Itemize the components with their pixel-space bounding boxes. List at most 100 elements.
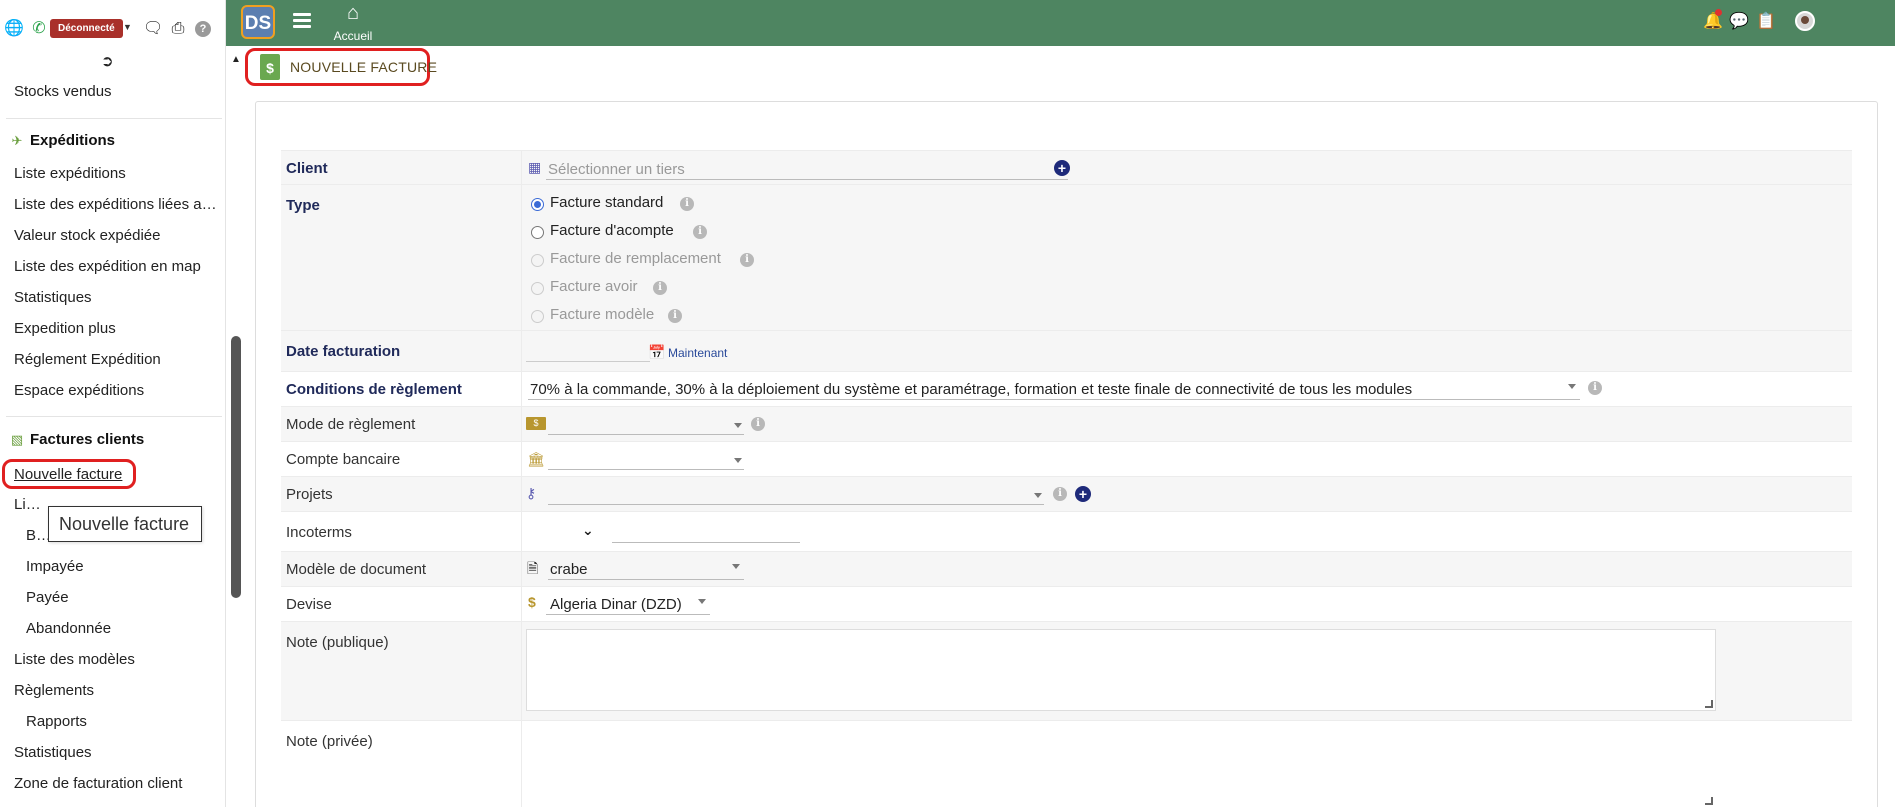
info-icon[interactable]: i xyxy=(740,253,754,267)
sidebar-section-expeditions[interactable]: ✈ Expéditions xyxy=(10,131,115,151)
incoterms-input[interactable] xyxy=(612,521,800,543)
row-client: Client ▦ Sélectionner un tiers + xyxy=(281,150,1852,185)
globe-icon[interactable]: 🌐 xyxy=(4,20,24,38)
sidebar-section-factures[interactable]: ▧ Factures clients xyxy=(10,430,144,450)
truck-icon: ✈ xyxy=(11,133,23,148)
sidebar-item-impayee[interactable]: Impayée xyxy=(26,557,216,577)
pdf-icon: 🗎 xyxy=(527,560,539,576)
sidebar-item-label: Nouvelle facture xyxy=(14,466,123,483)
top-bar: DS ⌂ Accueil 🔔 💬 📋 xyxy=(226,0,1895,46)
resize-handle-icon[interactable] xyxy=(1705,797,1713,805)
sidebar-item-reglements[interactable]: Règlements xyxy=(14,681,222,701)
client-select[interactable]: Sélectionner un tiers xyxy=(546,158,1068,180)
incoterms-select[interactable]: ⌄ xyxy=(526,520,596,542)
sidebar-item-payee[interactable]: Payée xyxy=(26,588,216,608)
help-icon[interactable]: ? xyxy=(195,21,211,37)
info-icon[interactable]: i xyxy=(680,197,694,211)
dollar-icon: $ xyxy=(528,594,536,610)
maintenant-link[interactable]: Maintenant xyxy=(668,346,727,360)
row-incoterms: Incoterms ⌄ xyxy=(281,512,1852,552)
row-note-privee: Note (privée) xyxy=(281,721,1852,807)
conditions-select[interactable]: 70% à la commande, 30% à la déploiement … xyxy=(528,378,1580,400)
add-project-icon[interactable]: + xyxy=(1075,486,1091,502)
avatar[interactable] xyxy=(1795,11,1815,31)
info-icon[interactable]: i xyxy=(1053,487,1067,501)
modele-select[interactable]: crabe xyxy=(548,558,744,580)
sidebar-item-liste-modeles[interactable]: Liste des modèles xyxy=(14,650,222,670)
chevron-down-icon xyxy=(1034,493,1042,498)
whatsapp-icon[interactable]: ✆ xyxy=(30,20,48,38)
clipboard-icon[interactable]: 📋 xyxy=(1756,12,1776,32)
note-privee-textarea[interactable] xyxy=(526,728,1716,807)
radio-facture-acompte[interactable] xyxy=(531,226,544,239)
sidebar-item-liste[interactable]: Liste xyxy=(14,495,44,515)
credit-card-icon: $ xyxy=(526,417,546,430)
sidebar-item-liste-expeditions[interactable]: Liste expéditions xyxy=(14,164,222,184)
projets-select[interactable] xyxy=(548,483,1044,505)
sidebar-item-liste-expeditions-liees[interactable]: Liste des expéditions liées au... xyxy=(14,195,222,215)
scroll-up-arrow-icon[interactable]: ▲ xyxy=(231,54,241,65)
info-icon[interactable]: i xyxy=(1588,381,1602,395)
conditions-value: 70% à la commande, 30% à la déploiement … xyxy=(530,381,1413,398)
sidebar-item-statistiques[interactable]: Statistiques xyxy=(14,743,222,763)
compte-select[interactable] xyxy=(548,448,744,470)
incoterms-label: Incoterms xyxy=(286,524,352,541)
app-logo[interactable]: DS xyxy=(241,5,275,39)
add-client-icon[interactable]: + xyxy=(1054,160,1070,176)
calendar-icon[interactable]: 📅 xyxy=(648,344,665,360)
sidebar-item-reglement-expedition[interactable]: Réglement Expédition xyxy=(14,350,222,370)
row-projets: Projets ⚷ i + xyxy=(281,477,1852,512)
note-publique-cell xyxy=(521,622,1852,720)
sidebar-item-espace-expeditions[interactable]: Espace expéditions xyxy=(14,381,222,401)
date-input[interactable] xyxy=(526,340,650,362)
note-privee-label: Note (privée) xyxy=(286,733,373,750)
invoice-icon: ▧ xyxy=(10,432,24,447)
sidebar-item-statistiques-exp[interactable]: Statistiques xyxy=(14,288,222,308)
modele-value: crabe xyxy=(550,561,588,578)
note-privee-cell xyxy=(521,721,1852,807)
modele-cell: 🗎 crabe xyxy=(521,552,1852,586)
devise-label: Devise xyxy=(286,596,332,613)
conditions-cell: 70% à la commande, 30% à la déploiement … xyxy=(521,372,1852,406)
radio-facture-standard[interactable] xyxy=(531,198,544,211)
sidebar-item-valeur-stock[interactable]: Valeur stock expédiée xyxy=(14,226,222,246)
chevron-down-icon xyxy=(1568,384,1576,389)
info-icon[interactable]: i xyxy=(751,417,765,431)
chat-bubbles-icon[interactable]: 💬 xyxy=(1729,12,1749,32)
modele-label: Modèle de document xyxy=(286,561,427,578)
chevron-down-icon xyxy=(734,423,742,428)
mode-select[interactable] xyxy=(548,413,744,435)
compte-label: Compte bancaire xyxy=(286,451,401,468)
status-badge[interactable]: Déconnecté xyxy=(50,19,123,38)
sidebar-item-stocks-vendus[interactable]: Stocks vendus xyxy=(14,82,222,102)
info-icon[interactable]: i xyxy=(668,309,682,323)
sidebar-item-rapports[interactable]: Rapports xyxy=(26,712,216,732)
chevron-down-icon[interactable]: ▼ xyxy=(123,22,132,32)
building-icon: ▦ xyxy=(528,159,542,175)
sidebar-item-nouvelle-facture[interactable]: Nouvelle facture xyxy=(2,459,136,489)
info-icon[interactable]: i xyxy=(653,281,667,295)
section-title: Factures clients xyxy=(30,431,145,448)
radio-facture-avoir xyxy=(531,282,544,295)
sidebar-item-expedition-map[interactable]: Liste des expédition en map xyxy=(14,257,222,277)
radio-label: Facture standard xyxy=(550,194,664,211)
note-publique-textarea[interactable] xyxy=(526,629,1716,711)
sidebar-item-zone-facturation[interactable]: Zone de facturation client xyxy=(14,774,222,794)
home-icon[interactable]: ⌂ xyxy=(338,2,368,24)
sidebar-item-abandonnee[interactable]: Abandonnée xyxy=(26,619,216,639)
resize-handle-icon[interactable] xyxy=(1705,700,1713,708)
home-label[interactable]: Accueil xyxy=(330,29,376,43)
radio-label: Facture avoir xyxy=(550,278,638,295)
mode-label: Mode de règlement xyxy=(286,416,416,433)
sidebar-scrollbar[interactable] xyxy=(231,336,241,598)
menu-icon[interactable] xyxy=(293,13,311,31)
logout-icon[interactable]: ➲ xyxy=(101,52,114,70)
devise-select[interactable]: Algeria Dinar (DZD) xyxy=(546,593,710,615)
chat-icon[interactable]: 🗨 xyxy=(143,20,163,38)
date-cell: 📅 Maintenant xyxy=(521,331,1852,371)
sidebar-item-expedition-plus[interactable]: Expedition plus xyxy=(14,319,222,339)
info-icon[interactable]: i xyxy=(693,225,707,239)
chevron-down-icon xyxy=(734,458,742,463)
sidebar-item-brouillon[interactable]: Bro xyxy=(26,526,48,546)
print-icon[interactable]: ⎙ xyxy=(169,20,187,38)
